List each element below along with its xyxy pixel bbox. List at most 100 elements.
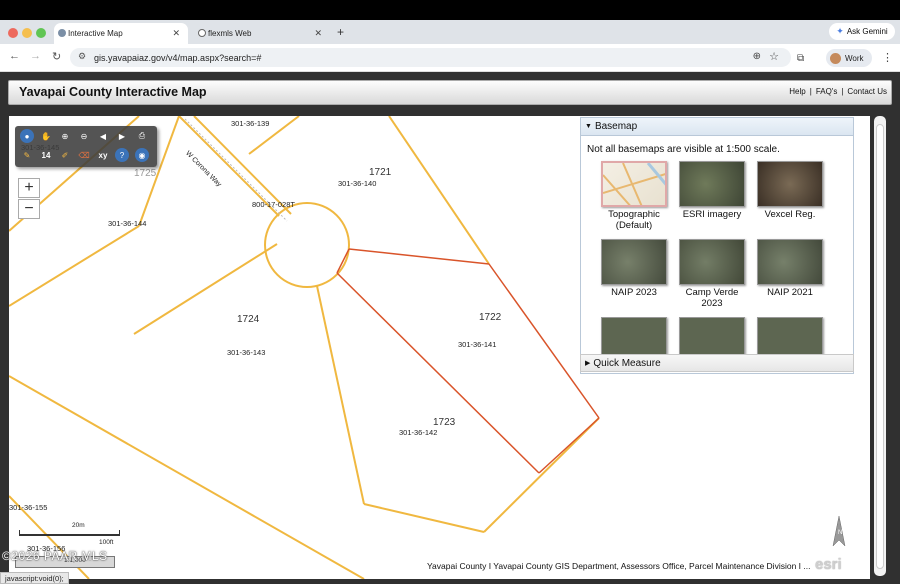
basemap-thumbnail[interactable] (757, 317, 823, 354)
parcel-label[interactable]: 301-36-143 (227, 348, 265, 357)
pan-hand-icon[interactable]: ✋ (39, 129, 53, 143)
parcel-label[interactable]: 301-36-155 (9, 503, 47, 512)
lot-number: 1724 (237, 314, 260, 325)
help-link[interactable]: Help (789, 87, 805, 96)
parcel-boundary (363, 503, 485, 533)
lot-number: 1723 (433, 417, 456, 428)
page-header: Yavapai County Interactive Map Help | FA… (8, 80, 892, 105)
faq-link[interactable]: FAQ's (816, 87, 838, 96)
globe-icon[interactable]: ● (20, 129, 34, 143)
basemap-topographic[interactable]: Topographic (Default) (599, 161, 669, 231)
profile-button[interactable]: Work (826, 49, 872, 67)
print-icon[interactable]: ⎙ (135, 129, 149, 143)
basemap-vexcel[interactable]: Vexcel Reg. (755, 161, 825, 220)
browser-menu-icon[interactable]: ⋮ (882, 51, 893, 64)
basemap-label: NAIP 2023 (611, 287, 657, 298)
basemap-label: Topographic (Default) (608, 209, 660, 231)
vexcel-thumbnail (757, 161, 823, 207)
maximize-window-button[interactable] (36, 28, 46, 38)
map-attribution: Yavapai County I Yavapai County GIS Depa… (427, 561, 811, 571)
draw-icon[interactable]: ✐ (58, 148, 72, 162)
globe-icon (58, 29, 66, 37)
close-tab-icon[interactable]: ✕ (314, 28, 322, 39)
site-info-icon[interactable]: ⚙ (78, 51, 86, 62)
xy-tool[interactable]: xy (96, 148, 110, 162)
north-label: N (838, 530, 843, 536)
basemap-naip-2023[interactable]: NAIP 2023 (599, 239, 669, 298)
close-tab-icon[interactable]: ✕ (172, 28, 180, 39)
help-icon[interactable]: ? (115, 148, 129, 162)
header-links: Help | FAQ's | Contact Us (789, 87, 887, 96)
zoom-in-icon[interactable]: ⊕ (58, 129, 72, 143)
parcel-label[interactable]: 301-36-142 (399, 428, 437, 437)
parcel-label[interactable]: 301-36-139 (231, 119, 269, 128)
contact-link[interactable]: Contact Us (847, 87, 887, 96)
basemap-esri-imagery[interactable]: ESRI imagery (677, 161, 747, 220)
basemap-thumbnail[interactable] (679, 317, 745, 354)
basemap-label: NAIP 2021 (767, 287, 813, 298)
esri-logo: esri (815, 556, 842, 573)
scale-bar (19, 530, 124, 538)
label-tool[interactable]: 14 (39, 148, 53, 162)
link-separator: | (809, 87, 812, 96)
scrollbar-thumb[interactable] (876, 124, 884, 569)
previous-extent-icon[interactable]: ◀ (96, 129, 110, 143)
mls-watermark: ©2026 PAAR MLS (2, 549, 108, 563)
camp-verde-thumbnail (679, 239, 745, 285)
measure-icon[interactable]: ✎ (20, 148, 34, 162)
lot-number: 1721 (369, 167, 392, 178)
tab-title: flexmls Web (208, 29, 252, 38)
status-bar: javascript:void(0); (0, 572, 69, 584)
tab-title: Interactive Map (68, 29, 123, 38)
page-scrollbar[interactable] (874, 116, 886, 576)
scale-imperial-label: 100ft (99, 539, 114, 546)
expand-triangle-icon: ▶ (585, 360, 591, 367)
parcel-label[interactable]: 301-36-140 (338, 179, 376, 188)
locate-icon[interactable]: ◉ (135, 148, 149, 162)
forward-icon[interactable]: → (30, 50, 41, 62)
ask-gemini-button[interactable]: ✦ Ask Gemini (829, 23, 895, 40)
naip-2023-thumbnail (601, 239, 667, 285)
next-extent-icon[interactable]: ▶ (115, 129, 129, 143)
parcel-label[interactable]: 301-36-144 (108, 219, 146, 228)
tab-interactive-map[interactable]: Interactive Map ✕ (54, 23, 188, 44)
tab-flexmls[interactable]: flexmls Web ✕ (194, 23, 330, 44)
collapse-triangle-icon: ▼ (585, 123, 592, 130)
minimize-window-button[interactable] (22, 28, 32, 38)
extensions-icon[interactable]: ⧉ (797, 53, 804, 64)
reload-icon[interactable]: ↻ (52, 50, 61, 63)
url-text: gis.yavapaiaz.gov/v4/map.aspx?search=# (94, 52, 262, 63)
parcel-label[interactable]: 301-36-141 (458, 340, 496, 349)
map-toolbar: ● ✋ ⊕ ⊖ ◀ ▶ ⎙ ✎ 14 ✐ ⌫ xy ? ◉ (15, 126, 157, 167)
page-title: Yavapai County Interactive Map (19, 85, 207, 99)
avatar (830, 52, 841, 64)
map-canvas[interactable]: 301-36-139 301-36-145 1721 301-36-140 30… (9, 116, 870, 579)
bookmark-star-icon[interactable]: ☆ (769, 50, 779, 63)
gemini-icon: ✦ (836, 26, 844, 36)
selected-parcel (336, 248, 600, 474)
zoom-icon[interactable]: ⊕ (753, 51, 761, 62)
cul-de-sac (264, 202, 350, 288)
new-tab-button[interactable]: + (337, 25, 344, 39)
close-window-button[interactable] (8, 28, 18, 38)
quick-measure-header[interactable]: ▶ Quick Measure (580, 354, 854, 372)
screen-top-bar (0, 0, 900, 20)
basemap-note: Not all basemaps are visible at 1:500 sc… (587, 144, 780, 155)
quick-measure-label: Quick Measure (593, 357, 661, 369)
basemap-header-label: Basemap (594, 121, 638, 132)
basemap-camp-verde-2023[interactable]: Camp Verde 2023 (677, 239, 747, 309)
url-field[interactable]: ⚙ gis.yavapaiaz.gov/v4/map.aspx?search=#… (70, 48, 791, 67)
zoom-out-icon[interactable]: ⊖ (77, 129, 91, 143)
basemap-header[interactable]: ▼ Basemap (581, 118, 853, 136)
zoom-out-button[interactable]: − (18, 199, 40, 219)
lot-number: 1725 (134, 168, 157, 179)
basemap-label: Vexcel Reg. (764, 209, 816, 220)
gemini-label: Ask Gemini (846, 27, 888, 36)
basemap-thumbnail[interactable] (601, 317, 667, 354)
imagery-thumbnail (679, 161, 745, 207)
zoom-in-button[interactable]: + (18, 178, 40, 198)
browser-tab-bar: Interactive Map ✕ flexmls Web ✕ (0, 20, 900, 44)
basemap-naip-2021[interactable]: NAIP 2021 (755, 239, 825, 298)
eraser-icon[interactable]: ⌫ (77, 148, 91, 162)
back-icon[interactable]: ← (9, 50, 20, 62)
